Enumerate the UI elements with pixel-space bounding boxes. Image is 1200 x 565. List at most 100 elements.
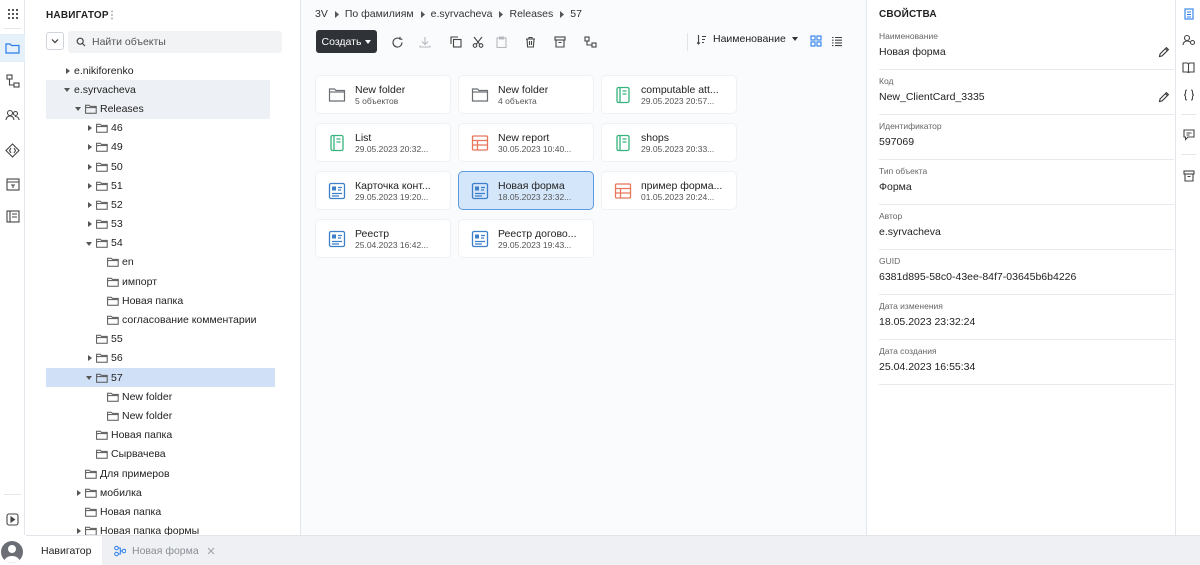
object-tile[interactable]: Реестр 25.04.2023 16:42... [316, 220, 450, 257]
tree-item[interactable]: Новая папка [26, 291, 286, 310]
chevron-right-icon[interactable] [74, 527, 82, 535]
tree-item[interactable]: 51 [26, 176, 286, 195]
tree-item[interactable]: e.syrvacheva [46, 80, 270, 100]
chevron-right-icon[interactable] [63, 67, 71, 75]
object-tile[interactable]: computable att... 29.05.2023 20:57... [602, 76, 736, 113]
folder-icon [96, 449, 108, 460]
folder-icon [85, 104, 97, 114]
object-tile[interactable]: New folder 5 объектов [316, 76, 450, 113]
pencil-icon[interactable] [1158, 91, 1170, 103]
create-button[interactable]: Создать [316, 30, 377, 53]
tree-item[interactable]: 49 [26, 138, 286, 157]
breadcrumb-item[interactable]: По фамилиям [345, 8, 414, 20]
property-label: Идентификатор [879, 121, 942, 131]
archive-icon[interactable] [1176, 165, 1200, 187]
navigator-tree: e.nikiforenko e.syrvacheva Releases 46 49 50 5… [26, 61, 286, 535]
tree-item[interactable]: 52 [26, 195, 286, 214]
book-icon[interactable] [0, 202, 25, 230]
list-view-icon[interactable] [829, 33, 845, 49]
chevron-down-icon[interactable] [63, 86, 71, 94]
sort-dropdown[interactable]: Наименование [696, 33, 798, 45]
cut-icon[interactable] [469, 33, 487, 51]
play-icon[interactable] [0, 505, 25, 533]
delete-icon[interactable] [521, 33, 539, 51]
tree-item[interactable]: 50 [26, 157, 286, 176]
bottom-tab[interactable]: Новая форма [102, 536, 220, 565]
tree-item[interactable]: en [26, 253, 286, 272]
tree-item[interactable]: 54 [26, 234, 286, 253]
breadcrumb-item[interactable]: 3V [315, 8, 328, 20]
flow-icon[interactable] [0, 67, 25, 95]
copy-icon[interactable] [447, 33, 465, 51]
book-icon [614, 86, 632, 104]
tree-item[interactable]: Новая папка [26, 502, 286, 521]
user-settings-icon[interactable] [1176, 29, 1200, 51]
apps-grid-icon[interactable] [0, 0, 25, 28]
api-icon[interactable] [0, 136, 25, 164]
chevron-right-icon[interactable] [85, 143, 93, 151]
tree-item[interactable]: Новая папка формы [26, 522, 286, 535]
flow-icon [114, 545, 126, 557]
grid-view-icon[interactable] [808, 33, 824, 49]
tree-item[interactable]: Для примеров [26, 464, 286, 483]
users-icon[interactable] [0, 101, 25, 129]
breadcrumb-item[interactable]: 57 [570, 8, 582, 20]
property-value[interactable]: Новая форма [879, 46, 1174, 58]
properties-panel-icon[interactable] [1176, 3, 1200, 25]
object-tile[interactable]: List 29.05.2023 20:32... [316, 124, 450, 161]
tree-item[interactable]: Releases [46, 99, 270, 119]
tree-item[interactable]: New folder [26, 406, 286, 425]
object-tile[interactable]: пример форма... 01.05.2023 20:24... [602, 172, 736, 209]
collapse-tree-button[interactable] [46, 32, 64, 50]
user-avatar-icon[interactable] [1, 541, 23, 563]
chevron-down-icon[interactable] [74, 105, 82, 113]
tree-item[interactable]: e.nikiforenko [26, 61, 286, 80]
object-tile[interactable]: shops 29.05.2023 20:33... [602, 124, 736, 161]
chevron-right-icon[interactable] [85, 220, 93, 228]
search-input[interactable] [92, 36, 272, 48]
chevron-down-icon [51, 39, 59, 44]
tree-item[interactable]: New folder [26, 387, 286, 406]
caret-down-icon [791, 37, 798, 41]
text-box-icon[interactable] [0, 170, 25, 198]
chevron-right-icon[interactable] [85, 124, 93, 132]
breadcrumb-item[interactable]: e.syrvacheva [431, 8, 493, 20]
tree-item[interactable]: согласование комментарии [26, 310, 286, 329]
tree-item[interactable]: мобилка [26, 483, 286, 502]
tree-item[interactable]: 57 [46, 368, 275, 388]
refresh-icon[interactable] [388, 33, 406, 51]
object-tile[interactable]: Новая форма 18.05.2023 23:32... [459, 172, 593, 209]
tree-item[interactable]: 56 [26, 349, 286, 368]
property-value[interactable]: New_ClientCard_3335 [879, 91, 1174, 103]
tree-item[interactable]: 53 [26, 215, 286, 234]
chevron-right-icon[interactable] [85, 163, 93, 171]
tree-item[interactable]: Сырвачева [26, 445, 286, 464]
search-box[interactable] [68, 31, 282, 53]
archive-icon[interactable] [551, 33, 569, 51]
braces-icon[interactable] [1176, 84, 1200, 106]
book-icon[interactable] [1176, 56, 1200, 78]
object-tile[interactable]: Карточка конт... 29.05.2023 19:20... [316, 172, 450, 209]
chevron-down-icon[interactable] [85, 374, 93, 382]
chevron-down-icon[interactable] [85, 239, 93, 247]
flow-icon[interactable] [581, 33, 599, 51]
object-tile[interactable]: New folder 4 объекта [459, 76, 593, 113]
pencil-icon[interactable] [1158, 46, 1170, 58]
object-tile[interactable]: Реестр догово... 29.05.2023 19:43... [459, 220, 593, 257]
chevron-right-icon[interactable] [74, 489, 82, 497]
tree-item[interactable]: 46 [26, 119, 286, 138]
tree-item[interactable]: Новая папка [26, 426, 286, 445]
tree-item[interactable]: импорт [26, 272, 286, 291]
breadcrumb-item[interactable]: Releases [509, 8, 553, 20]
close-icon[interactable] [207, 547, 215, 555]
chevron-right-icon[interactable] [85, 354, 93, 362]
bottom-tab[interactable]: Навигатор [26, 536, 102, 565]
tree-item[interactable]: 55 [26, 330, 286, 349]
chevron-right-icon[interactable] [85, 201, 93, 209]
comment-icon[interactable] [1176, 124, 1200, 146]
folder-icon[interactable] [0, 34, 25, 62]
kebab-menu-icon[interactable] [110, 10, 114, 20]
object-tile[interactable]: New report 30.05.2023 10:40... [459, 124, 593, 161]
chevron-right-icon[interactable] [85, 182, 93, 190]
